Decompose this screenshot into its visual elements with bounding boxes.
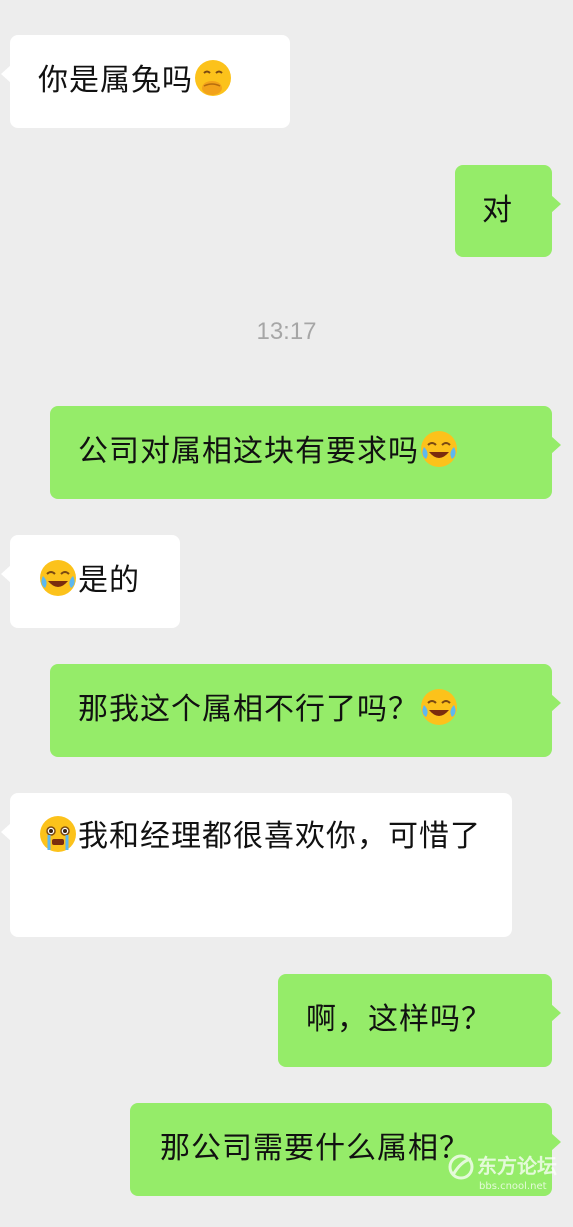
face-with-tears-of-joy-emoji-icon: [421, 431, 457, 467]
message-bubble-sent[interactable]: 公司对属相这块有要求吗: [50, 406, 561, 499]
message-text: 对: [482, 193, 513, 228]
message-text: 那我这个属相不行了吗？: [78, 692, 419, 727]
face-with-tears-of-joy-emoji-icon: [421, 689, 457, 725]
face-with-tears-of-joy-emoji-icon: [40, 560, 76, 596]
message-bubble-sent[interactable]: 那我这个属相不行了吗？: [50, 664, 561, 757]
message-text: 是的: [78, 563, 140, 598]
message-bubble-received[interactable]: 是的: [1, 535, 180, 628]
message-bubble-received[interactable]: 我和经理都很喜欢你，可惜了: [1, 793, 512, 937]
forum-watermark-logo: 东方论坛 bbs.cnool.net: [448, 1154, 557, 1192]
chat-timestamp: 13:17: [256, 318, 317, 345]
message-bubble-sent[interactable]: 啊，这样吗？: [278, 974, 561, 1067]
message-bubble-sent[interactable]: 对: [455, 165, 561, 257]
loudly-crying-face-emoji-icon: [40, 816, 76, 852]
message-text: 你是属兔吗: [38, 63, 193, 98]
face-with-hand-over-mouth-emoji-icon: [195, 60, 231, 96]
message-text: 我和经理都很喜欢你，可惜了: [78, 819, 481, 854]
watermark-name: 东方论坛: [477, 1154, 557, 1178]
chat-conversation: 你是属兔吗 对 13:17 公司对属相这块有要求吗 是的 那我这个属相不行了吗？…: [0, 0, 573, 1227]
message-text: 那公司需要什么属相？: [160, 1131, 470, 1166]
message-bubble-received[interactable]: 你是属兔吗: [1, 35, 290, 128]
watermark-url: bbs.cnool.net: [479, 1181, 547, 1192]
message-text: 公司对属相这块有要求吗: [78, 434, 419, 469]
message-text: 啊，这样吗？: [306, 1002, 492, 1037]
